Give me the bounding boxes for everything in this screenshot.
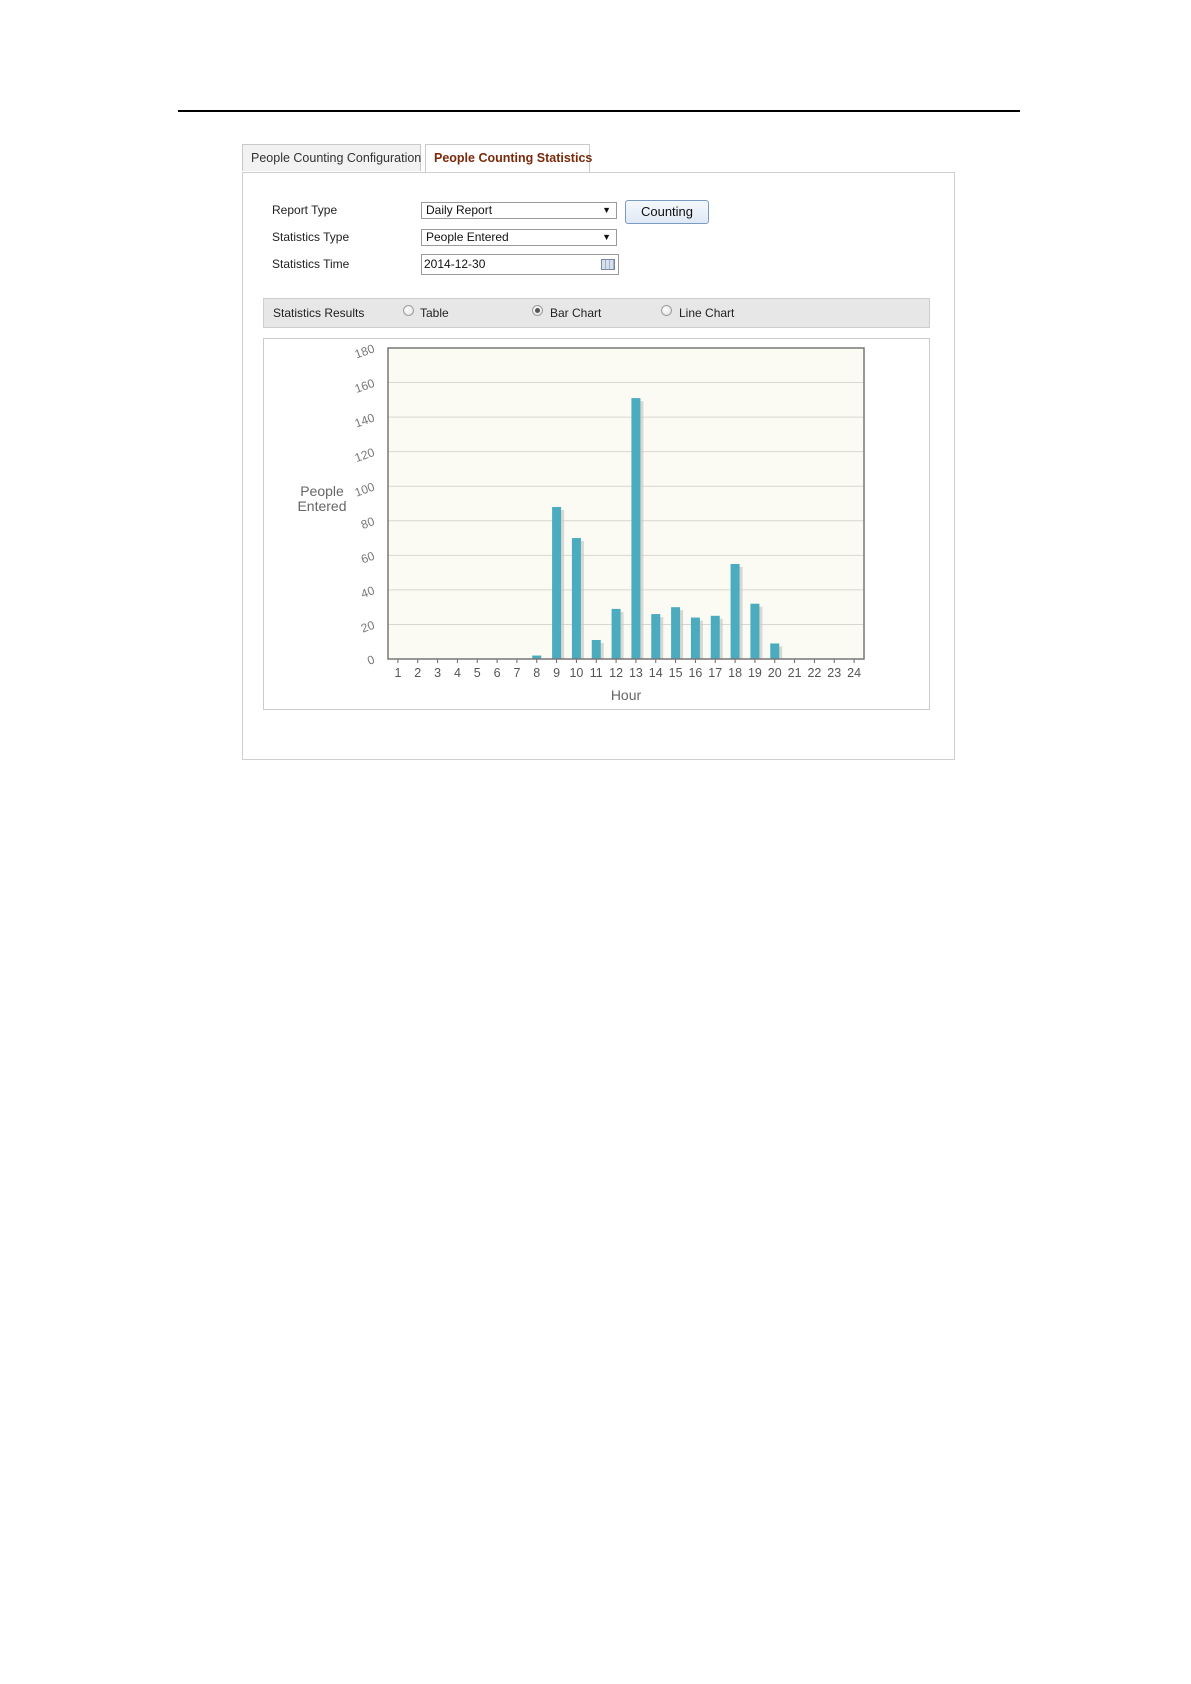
x-tick-label: 9 xyxy=(553,666,560,680)
y-tick-label: 0 xyxy=(365,652,376,668)
x-tick-label: 3 xyxy=(434,666,441,680)
bar xyxy=(611,608,621,659)
y-axis-label: People xyxy=(300,483,344,499)
x-tick-label: 18 xyxy=(728,666,742,680)
y-tick-label: 60 xyxy=(359,549,377,567)
x-tick-label: 6 xyxy=(494,666,501,680)
report-type-value: Daily Report xyxy=(426,203,493,217)
statistics-time-label: Statistics Time xyxy=(272,257,350,271)
y-tick-label: 40 xyxy=(359,583,377,601)
chevron-down-icon: ▼ xyxy=(602,205,611,215)
x-tick-label: 11 xyxy=(590,666,603,680)
statistics-time-value: 2014-12-30 xyxy=(424,257,486,271)
x-tick-label: 2 xyxy=(414,666,421,680)
bar xyxy=(631,398,641,659)
y-tick-label: 20 xyxy=(359,618,377,636)
plot-area xyxy=(388,348,864,659)
radio-table[interactable] xyxy=(403,305,414,316)
bar xyxy=(651,614,661,659)
bar xyxy=(750,603,760,659)
tab-people-counting-configuration[interactable]: People Counting Configuration xyxy=(242,144,421,171)
statistics-type-value: People Entered xyxy=(426,230,509,244)
y-tick-label: 180 xyxy=(353,341,377,361)
bar xyxy=(591,639,601,659)
bar xyxy=(730,563,740,659)
bar xyxy=(671,607,681,659)
radio-bar-chart-label[interactable]: Bar Chart xyxy=(550,306,601,320)
report-type-select[interactable]: Daily Report ▼ xyxy=(421,202,617,219)
statistics-time-input[interactable]: 2014-12-30 xyxy=(421,254,619,275)
radio-table-label[interactable]: Table xyxy=(420,306,449,320)
page-top-rule xyxy=(178,110,1020,112)
bar-chart: 0204060801001201401601801 2 3 4 5 6 7 8 9 10 11 12 1… xyxy=(297,341,865,703)
x-tick-label: 20 xyxy=(768,666,782,680)
counting-button[interactable]: Counting xyxy=(625,200,709,224)
statistics-results-bar: Statistics Results Table Bar Chart Line … xyxy=(263,298,930,328)
x-tick-label: 13 xyxy=(629,666,643,680)
bar xyxy=(690,617,700,659)
tab-people-counting-statistics[interactable]: People Counting Statistics xyxy=(425,144,592,173)
x-tick-label: 4 xyxy=(454,666,461,680)
bar xyxy=(552,506,562,659)
x-tick-label: 24 xyxy=(847,666,861,680)
bar xyxy=(571,538,581,659)
radio-bar-chart[interactable] xyxy=(532,305,543,316)
x-tick-label: 22 xyxy=(807,666,821,680)
x-tick-label: 21 xyxy=(788,666,802,680)
x-tick-label: 7 xyxy=(513,666,520,680)
y-tick-label: 100 xyxy=(353,480,377,500)
radio-line-chart[interactable] xyxy=(661,305,672,316)
x-tick-label: 23 xyxy=(827,666,841,680)
x-tick-label: 15 xyxy=(669,666,683,680)
radio-line-chart-label[interactable]: Line Chart xyxy=(679,306,734,320)
x-tick-label: 19 xyxy=(748,666,762,680)
y-tick-label: 140 xyxy=(353,410,377,430)
x-tick-label: 5 xyxy=(474,666,481,680)
chevron-down-icon: ▼ xyxy=(602,232,611,242)
x-tick-label: 8 xyxy=(533,666,540,680)
y-tick-label: 80 xyxy=(359,514,377,532)
bar xyxy=(710,615,720,659)
x-axis-label: Hour xyxy=(611,687,642,703)
x-tick-label: 12 xyxy=(609,666,623,680)
report-type-label: Report Type xyxy=(272,203,338,217)
x-tick-label: 14 xyxy=(649,666,663,680)
x-tick-label: 17 xyxy=(708,666,722,680)
y-tick-label: 120 xyxy=(353,445,377,465)
statistics-results-label: Statistics Results xyxy=(273,306,365,320)
x-tick-label: 10 xyxy=(569,666,583,680)
statistics-type-select[interactable]: People Entered ▼ xyxy=(421,229,617,246)
x-tick-label: 1 xyxy=(394,666,401,680)
y-axis-label: Entered xyxy=(297,498,346,514)
statistics-type-label: Statistics Type xyxy=(272,230,350,244)
bar xyxy=(770,643,780,659)
bar-chart-container: 0 20 40 60 80 100 120 140 160 180 1 2 3 4 5 6 7 8 9 10 11 12 1… xyxy=(263,338,930,710)
x-tick-label: 16 xyxy=(688,666,702,680)
y-tick-label: 160 xyxy=(353,376,377,396)
calendar-icon[interactable] xyxy=(601,259,615,270)
statistics-panel: Report Type Daily Report ▼ Counting Stat… xyxy=(242,172,955,760)
